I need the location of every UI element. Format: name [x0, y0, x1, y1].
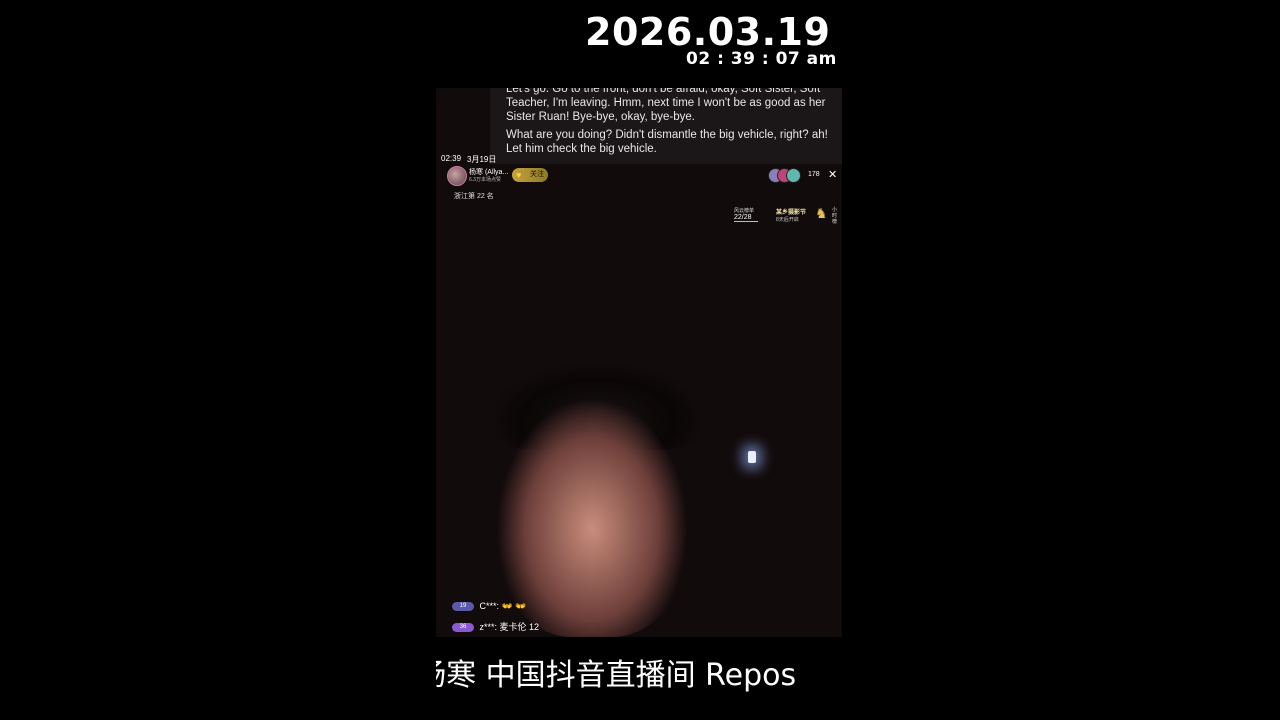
hourly-rank-label[interactable]: 小时榜 [832, 207, 838, 225]
event-subtitle: 8天后开启 [776, 217, 799, 223]
trophy-icon[interactable]: ♞ [815, 205, 828, 222]
close-icon[interactable]: ✕ [828, 168, 837, 181]
rank-box[interactable]: 风云榜单 22/28 [734, 207, 758, 222]
rank-value: 22/28 [734, 214, 758, 222]
chat-message: 36 z***: 麦卡伦 12 [452, 620, 539, 633]
status-date: 3月19日 [467, 155, 497, 164]
status-time: 02:39 [441, 154, 462, 163]
chat-text: C***: 👐 👐 [479, 601, 527, 611]
date-overlay: 2026.03.19 [585, 10, 831, 54]
follow-button[interactable]: ♥ 关注 [512, 168, 548, 182]
rank-label: 风云榜单 [734, 208, 755, 214]
follow-label: 关注 [530, 171, 544, 178]
viewer-avatar [786, 168, 801, 183]
video-caption: /杨寒 中国抖音直播间 Repos [436, 654, 842, 698]
car-light [748, 451, 756, 463]
user-level-badge: 19 [452, 602, 474, 612]
host-avatar[interactable] [447, 166, 467, 186]
chat-message: 19 C***: 👐 👐 [452, 601, 526, 612]
streamer-face [492, 380, 692, 637]
viewer-avatars[interactable] [768, 168, 804, 183]
subtitle-line-2: What are you doing? Didn't dismantle the… [506, 129, 828, 155]
viewer-count[interactable]: 178 [808, 171, 820, 178]
chat-text: z***: 麦卡伦 12 [479, 622, 540, 632]
subtitle-line-1: Let's go. Go to the front, don't be afra… [506, 88, 826, 123]
event-box[interactable]: 某乡摄影节 8天后开启 [776, 207, 806, 223]
heart-icon: ♥ [516, 170, 522, 180]
time-overlay: 02 : 39 : 07 am [686, 49, 837, 69]
subtitle-panel: Let's go. Go to the front, don't be afra… [490, 88, 842, 164]
user-level-badge: 36 [452, 623, 474, 633]
host-likes: 6.3万本场点赞 [469, 177, 501, 183]
event-title: 某乡摄影节 [776, 210, 807, 216]
region-rank[interactable]: 浙江第 22 名 [454, 191, 494, 201]
caption-text: /杨寒 中国抖音直播间 Repos [436, 658, 797, 693]
